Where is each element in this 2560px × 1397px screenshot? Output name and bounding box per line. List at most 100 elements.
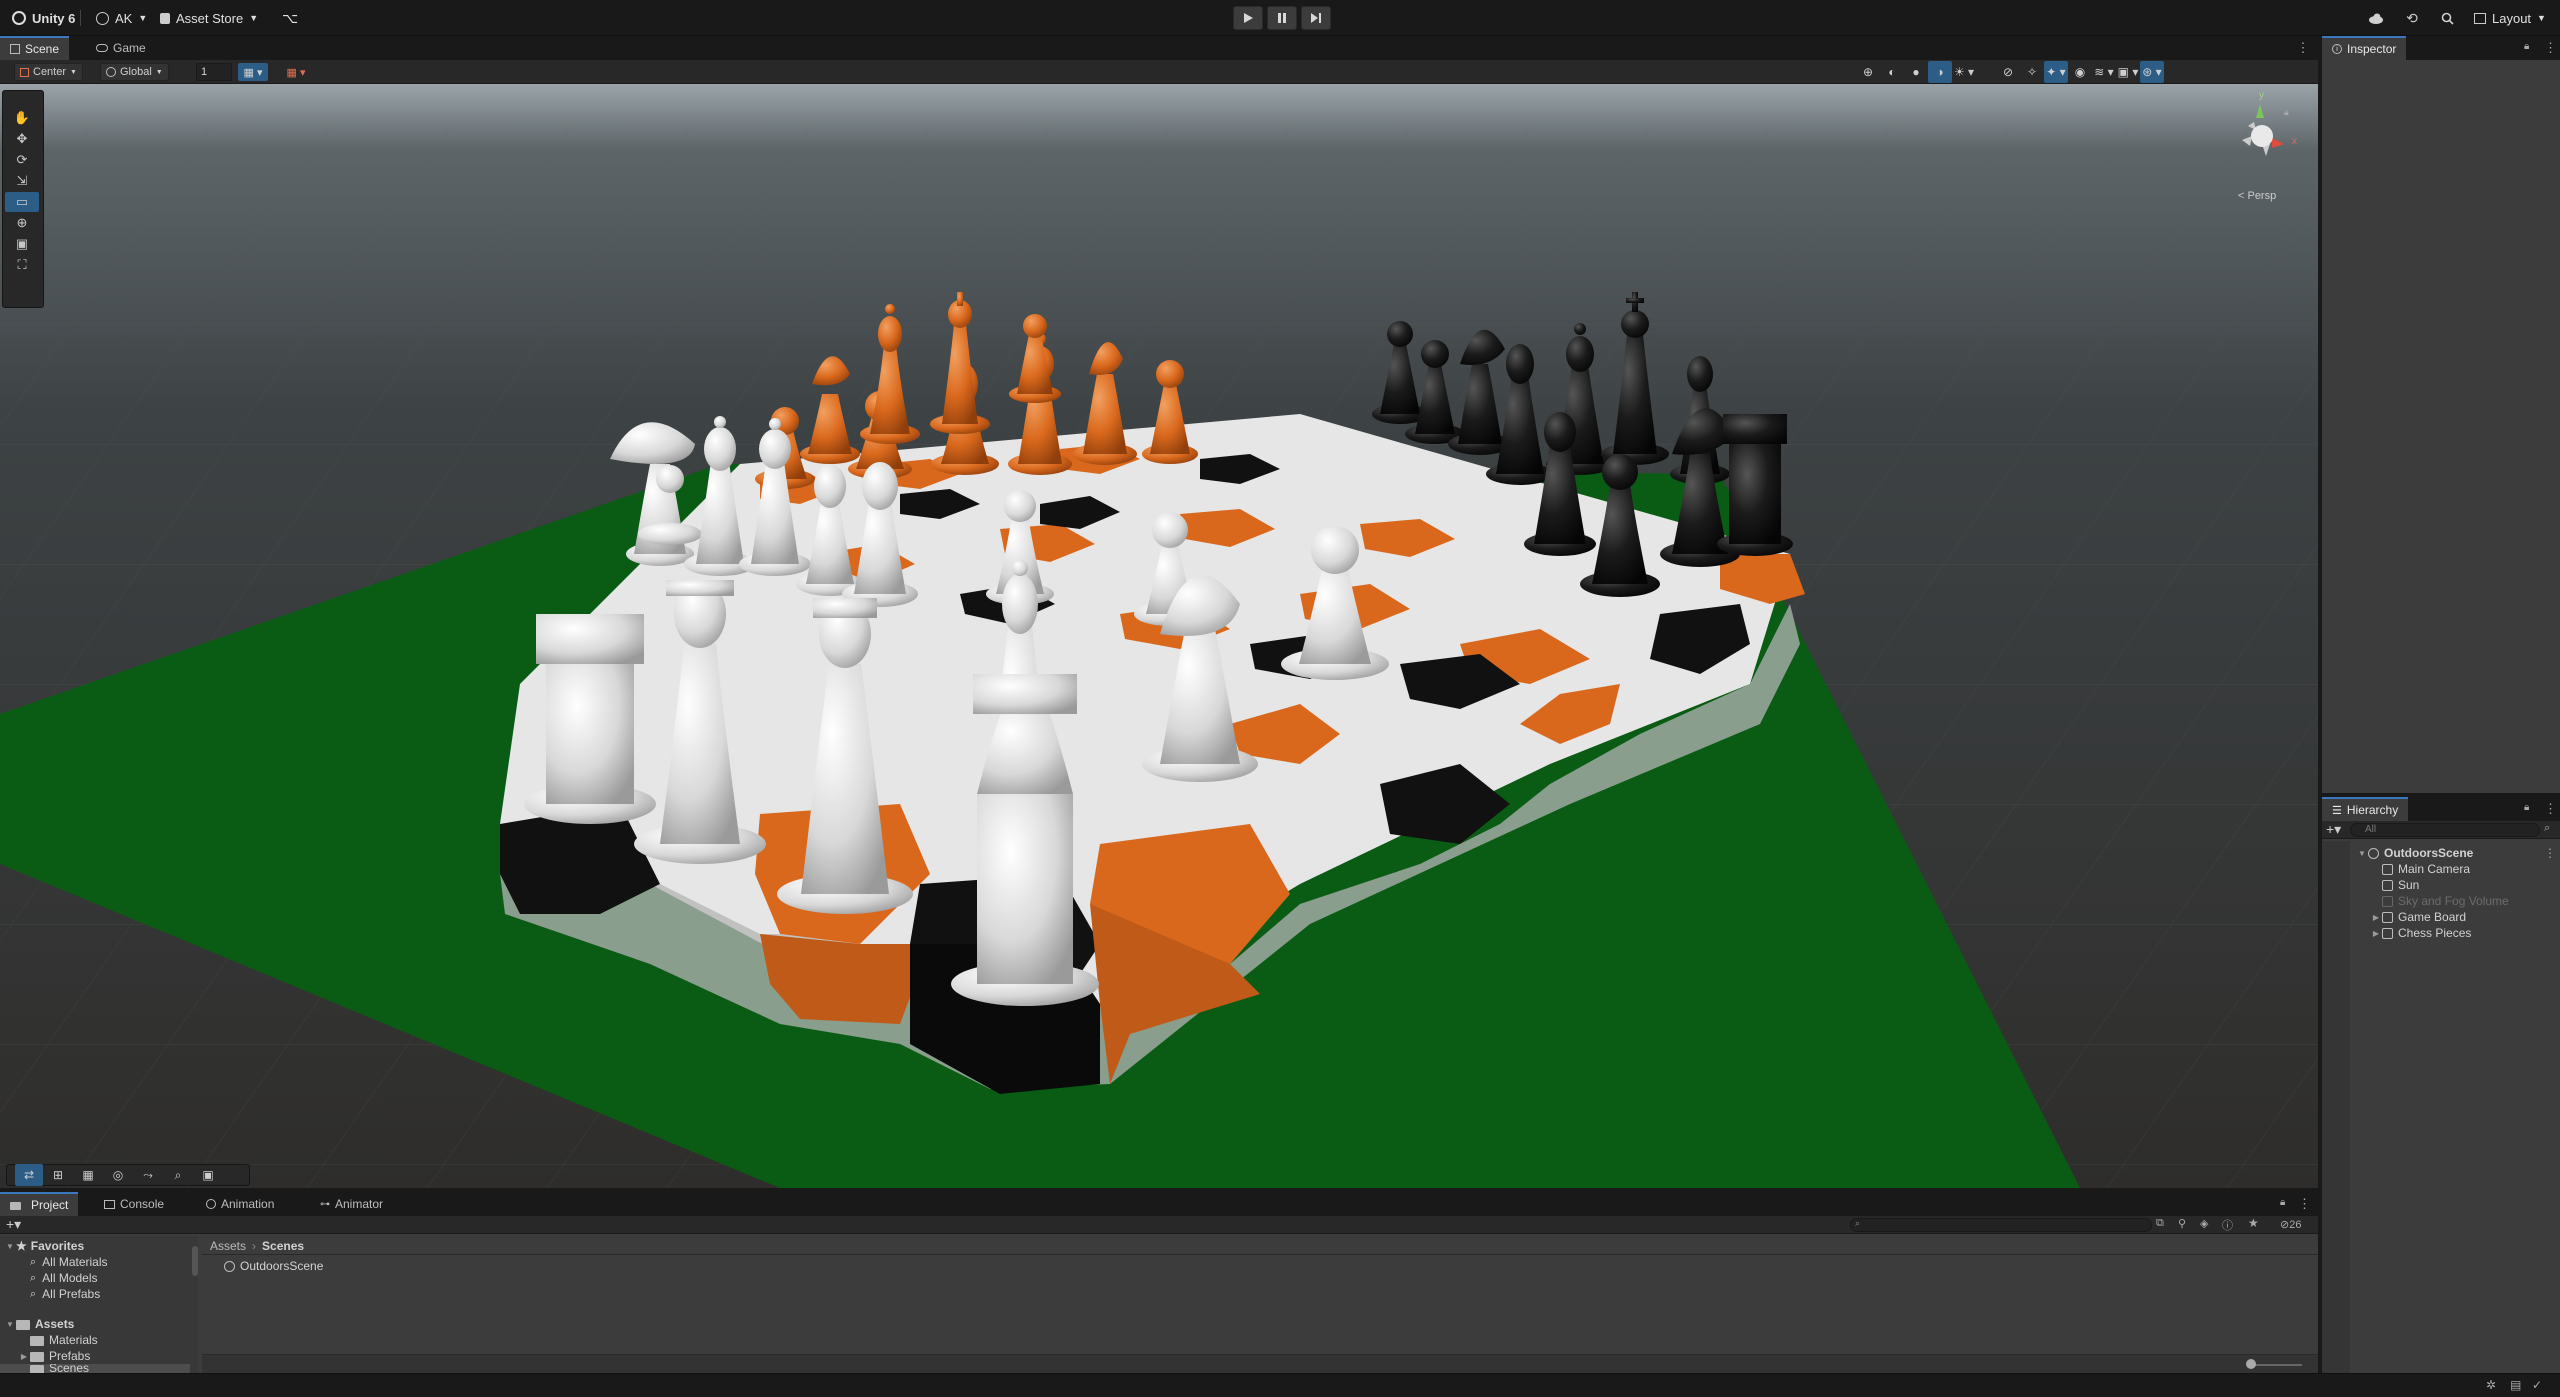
asset-folder[interactable]: Materials xyxy=(18,1332,98,1348)
layers-icon[interactable]: ≋ ▾ xyxy=(2092,61,2116,83)
play-button[interactable] xyxy=(1233,6,1263,30)
history-icon[interactable]: ⟲ xyxy=(2402,8,2422,28)
lock-icon[interactable]: 🔒︎ xyxy=(2524,41,2529,52)
breadcrumb-item[interactable]: Scenes xyxy=(262,1239,304,1253)
tab-console[interactable]: Console xyxy=(94,1192,174,1216)
favorite-star-icon[interactable]: ★ xyxy=(2248,1216,2259,1230)
add-icon[interactable]: +▾ xyxy=(2326,821,2341,838)
slider-thumb[interactable] xyxy=(2246,1359,2256,1369)
snap-settings-toggle[interactable]: ▦ ▾ xyxy=(276,63,316,81)
grid-overlay-icon[interactable]: ⇄ xyxy=(15,1164,43,1186)
space-dropdown[interactable]: Global ▼ xyxy=(100,63,169,81)
pivot-mode-dropdown[interactable]: Center ▼ xyxy=(14,63,83,81)
hierarchy-item[interactable]: Sun xyxy=(2370,877,2419,893)
chevron-right-icon[interactable]: ▶ xyxy=(2370,913,2382,922)
lock-icon[interactable]: 🔒︎ xyxy=(2280,1197,2285,1208)
hidden-packages-counter[interactable]: ⊘26 xyxy=(2280,1218,2301,1231)
tree-scrollbar[interactable] xyxy=(192,1246,198,1276)
grid-visibility-icon[interactable]: ▦ xyxy=(73,1164,103,1186)
tab-hierarchy[interactable]: ☰ Hierarchy xyxy=(2322,797,2409,821)
more-options-icon[interactable]: ⋮ xyxy=(2544,801,2557,817)
more-options-icon[interactable]: ⋮ xyxy=(2544,40,2557,56)
shading-lit-icon[interactable]: ◑ xyxy=(1928,61,1952,83)
icon-size-slider[interactable] xyxy=(2248,1364,2302,1366)
zoom-icon[interactable]: ⌕ xyxy=(163,1164,193,1186)
scale-tool-icon[interactable]: ⇲ xyxy=(5,171,39,191)
search-filter-icon[interactable]: ⌕ xyxy=(2544,822,2550,835)
pause-button[interactable] xyxy=(1267,6,1297,30)
navmesh-icon[interactable]: ◎ xyxy=(103,1164,133,1186)
build-icon[interactable]: ▤ xyxy=(2510,1378,2521,1392)
account-dropdown[interactable]: AK ▼ xyxy=(88,6,155,30)
version-control-button[interactable]: ⌥ xyxy=(274,6,306,30)
chevron-right-icon[interactable]: ▶ xyxy=(2370,929,2382,938)
lock-icon[interactable]: 🔒︎ xyxy=(2284,107,2289,118)
snap-increment-field[interactable]: 1 xyxy=(196,63,232,81)
assets-header[interactable]: ▼ Assets xyxy=(4,1316,74,1332)
bug-icon[interactable]: ✲ xyxy=(2486,1378,2496,1392)
search-by-label-icon[interactable]: ⚲ xyxy=(2178,1217,2186,1230)
rect-tool-icon[interactable]: ▭ xyxy=(5,192,39,212)
more-options-icon[interactable]: ⋮ xyxy=(2298,1196,2311,1212)
favorite-item[interactable]: ⌕ All Prefabs xyxy=(30,1286,100,1302)
snap-overlay-icon[interactable]: ⊞ xyxy=(43,1164,73,1186)
tab-animation[interactable]: Animation xyxy=(196,1192,284,1216)
move-tool-icon[interactable]: ✥ xyxy=(5,129,39,149)
hierarchy-scene-row[interactable]: ▼ OutdoorsScene ⋮ xyxy=(2356,845,2560,861)
shading-shaded-icon[interactable]: ● xyxy=(1904,61,1928,83)
hierarchy-item[interactable]: ▶ Chess Pieces xyxy=(2370,925,2471,941)
fx-dropdown-icon[interactable]: ✦ ▾ xyxy=(2044,61,2068,83)
asset-folder-selected[interactable]: Scenes xyxy=(0,1364,190,1373)
lighting-toggle-icon[interactable]: ☀ ▾ xyxy=(1952,61,1976,83)
hierarchy-search-input[interactable]: All xyxy=(2350,823,2540,837)
projection-label[interactable]: < Persp xyxy=(2238,190,2276,202)
cloud-icon[interactable] xyxy=(2366,8,2386,28)
hierarchy-item[interactable]: Sky and Fog Volume xyxy=(2370,893,2509,909)
tab-animator[interactable]: ⊶ Animator xyxy=(310,1192,393,1216)
visibility-icon[interactable]: ◉ xyxy=(2068,61,2092,83)
favorite-item[interactable]: ⌕ All Models xyxy=(30,1270,98,1286)
path-icon[interactable]: ⤳ xyxy=(133,1164,163,1186)
favorites-header[interactable]: ▼ ★ Favorites xyxy=(4,1238,84,1254)
step-button[interactable] xyxy=(1301,6,1331,30)
chevron-right-icon[interactable]: ▶ xyxy=(18,1352,30,1361)
orientation-icon[interactable]: ⊕ xyxy=(1856,61,1880,83)
custom-tool-icon[interactable]: ▣ xyxy=(5,234,39,254)
view-tool-icon[interactable]: ✋ xyxy=(5,108,39,128)
project-search-input[interactable]: ⌕ xyxy=(1850,1218,2152,1232)
orientation-gizmo[interactable]: y x 🔒︎ < Persp xyxy=(2226,90,2306,202)
more-options-icon[interactable]: ⋮ xyxy=(2544,846,2556,860)
effects-icon[interactable]: ✧ xyxy=(2020,61,2044,83)
hierarchy-item[interactable]: Main Camera xyxy=(2370,861,2470,877)
info-icon[interactable]: ⓘ xyxy=(2222,1217,2233,1233)
shading-wireframe-icon[interactable]: ◐ xyxy=(1880,61,1904,83)
camera-tool-icon[interactable]: ⛶ xyxy=(5,255,39,275)
lock-icon[interactable]: 🔒︎ xyxy=(2524,802,2529,813)
breadcrumb-item[interactable]: Assets xyxy=(210,1239,246,1253)
search-icon[interactable] xyxy=(2437,8,2457,28)
scene-viewport[interactable]: ✋ ✥ ⟳ ⇲ ▭ ⊕ ▣ ⛶ ⇄ ⊞ ▦ ◎ ⤳ ⌕ ▣ y x 🔒︎ < P… xyxy=(0,84,2318,1188)
more-options-icon[interactable]: ⋮ xyxy=(2296,40,2310,56)
asset-store-dropdown[interactable]: Asset Store ▼ xyxy=(152,6,266,30)
tab-project[interactable]: Project xyxy=(0,1192,79,1216)
grid-snap-toggle[interactable]: ▦ ▾ xyxy=(238,63,268,81)
tag-icon[interactable]: ◈ xyxy=(2200,1217,2208,1230)
rotate-tool-icon[interactable]: ⟳ xyxy=(5,150,39,170)
asset-folder[interactable]: ▶ Prefabs xyxy=(18,1348,90,1364)
asset-file-item[interactable]: OutdoorsScene xyxy=(224,1258,323,1274)
transform-tool-icon[interactable]: ⊕ xyxy=(5,213,39,233)
check-icon[interactable]: ✓ xyxy=(2532,1378,2542,1392)
hierarchy-item[interactable]: ▶ Game Board xyxy=(2370,909,2466,925)
screen-icon[interactable]: ▣ xyxy=(193,1164,223,1186)
favorite-item[interactable]: ⌕ All Materials xyxy=(30,1254,108,1270)
search-by-type-icon[interactable]: ⧉ xyxy=(2156,1217,2164,1230)
unity-menu[interactable]: Unity 6 xyxy=(4,6,83,30)
tab-inspector[interactable]: i Inspector xyxy=(2322,36,2407,60)
gizmos-icon[interactable]: ⊛ ▾ xyxy=(2140,61,2164,83)
tab-game[interactable]: Game xyxy=(86,36,156,60)
add-icon[interactable]: +▾ xyxy=(6,1216,21,1233)
camera-settings-icon[interactable]: ▣ ▾ xyxy=(2116,61,2140,83)
tab-scene[interactable]: Scene xyxy=(0,36,70,60)
layout-dropdown[interactable]: Layout ▼ xyxy=(2466,6,2554,30)
audio-mute-icon[interactable]: ⊘ xyxy=(1996,61,2020,83)
